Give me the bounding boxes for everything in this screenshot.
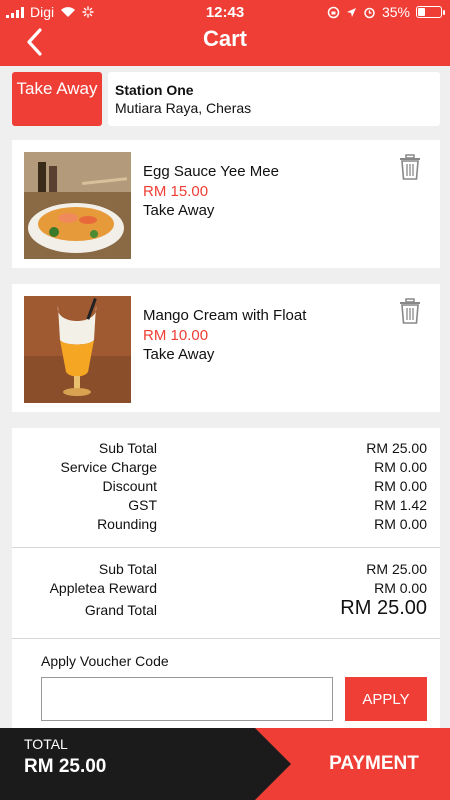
item-image-egg-sauce-yee-mee bbox=[24, 152, 131, 259]
summary-label: Sub Total bbox=[98, 440, 157, 456]
cart-item: Mango Cream with Float RM 10.00 Take Awa… bbox=[12, 284, 440, 412]
store-name: Station One bbox=[115, 82, 194, 98]
summary-value: RM 0.00 bbox=[374, 516, 427, 532]
divider bbox=[12, 638, 440, 639]
voucher-code-input[interactable] bbox=[41, 677, 333, 721]
order-summary: Sub Total RM 25.00 Service Charge RM 0.0… bbox=[12, 428, 440, 728]
summary-value: RM 0.00 bbox=[374, 478, 427, 494]
cart-item: Egg Sauce Yee Mee RM 15.00 Take Away bbox=[12, 140, 440, 268]
item-price: RM 15.00 bbox=[143, 183, 209, 200]
store-info[interactable]: Station One Mutiara Raya, Cheras bbox=[108, 72, 440, 126]
item-order-mode: Take Away bbox=[143, 346, 215, 363]
page-title: Cart bbox=[202, 26, 247, 51]
location-icon bbox=[346, 7, 356, 17]
rotation-lock-icon bbox=[327, 6, 340, 18]
item-price: RM 10.00 bbox=[143, 327, 209, 344]
item-name: Egg Sauce Yee Mee bbox=[143, 163, 279, 180]
summary-label: Service Charge bbox=[60, 459, 158, 475]
alarm-icon bbox=[364, 7, 375, 18]
footer-total-label: TOTAL bbox=[24, 736, 68, 752]
total-label: Sub Total bbox=[98, 561, 157, 577]
voucher-label: Apply Voucher Code bbox=[41, 653, 169, 669]
total-label: Appletea Reward bbox=[49, 580, 157, 596]
grand-total-label: Grand Total bbox=[84, 602, 157, 618]
battery-icon bbox=[416, 6, 445, 18]
summary-label: Discount bbox=[102, 478, 157, 494]
store-header: Take Away Station One Mutiara Raya, Cher… bbox=[12, 72, 440, 126]
divider bbox=[12, 547, 440, 548]
summary-label: GST bbox=[128, 497, 157, 513]
order-mode-button[interactable]: Take Away bbox=[12, 72, 102, 126]
app-header: Digi 12:43 35% Cart bbox=[0, 0, 450, 66]
summary-value: RM 25.00 bbox=[366, 440, 427, 456]
apply-voucher-button[interactable]: APPLY bbox=[345, 677, 427, 721]
payment-button[interactable]: PAYMENT bbox=[298, 728, 450, 800]
trash-icon[interactable] bbox=[399, 298, 421, 324]
trash-icon[interactable] bbox=[399, 154, 421, 180]
item-name: Mango Cream with Float bbox=[143, 307, 307, 324]
battery-percent: 35% bbox=[381, 4, 410, 20]
footer-total-value: RM 25.00 bbox=[24, 756, 107, 777]
status-bar: Digi 12:43 35% bbox=[0, 0, 450, 24]
store-address: Mutiara Raya, Cheras bbox=[115, 100, 252, 116]
summary-value: RM 0.00 bbox=[374, 459, 427, 475]
item-image-mango-cream-with-float bbox=[24, 296, 131, 403]
checkout-bar: TOTAL RM 25.00 PAYMENT bbox=[0, 728, 450, 800]
total-value: RM 0.00 bbox=[374, 580, 427, 596]
grand-total-value: RM 25.00 bbox=[340, 597, 427, 619]
item-order-mode: Take Away bbox=[143, 202, 215, 219]
summary-label: Rounding bbox=[97, 516, 157, 532]
total-value: RM 25.00 bbox=[366, 561, 427, 577]
summary-value: RM 1.42 bbox=[374, 497, 427, 513]
